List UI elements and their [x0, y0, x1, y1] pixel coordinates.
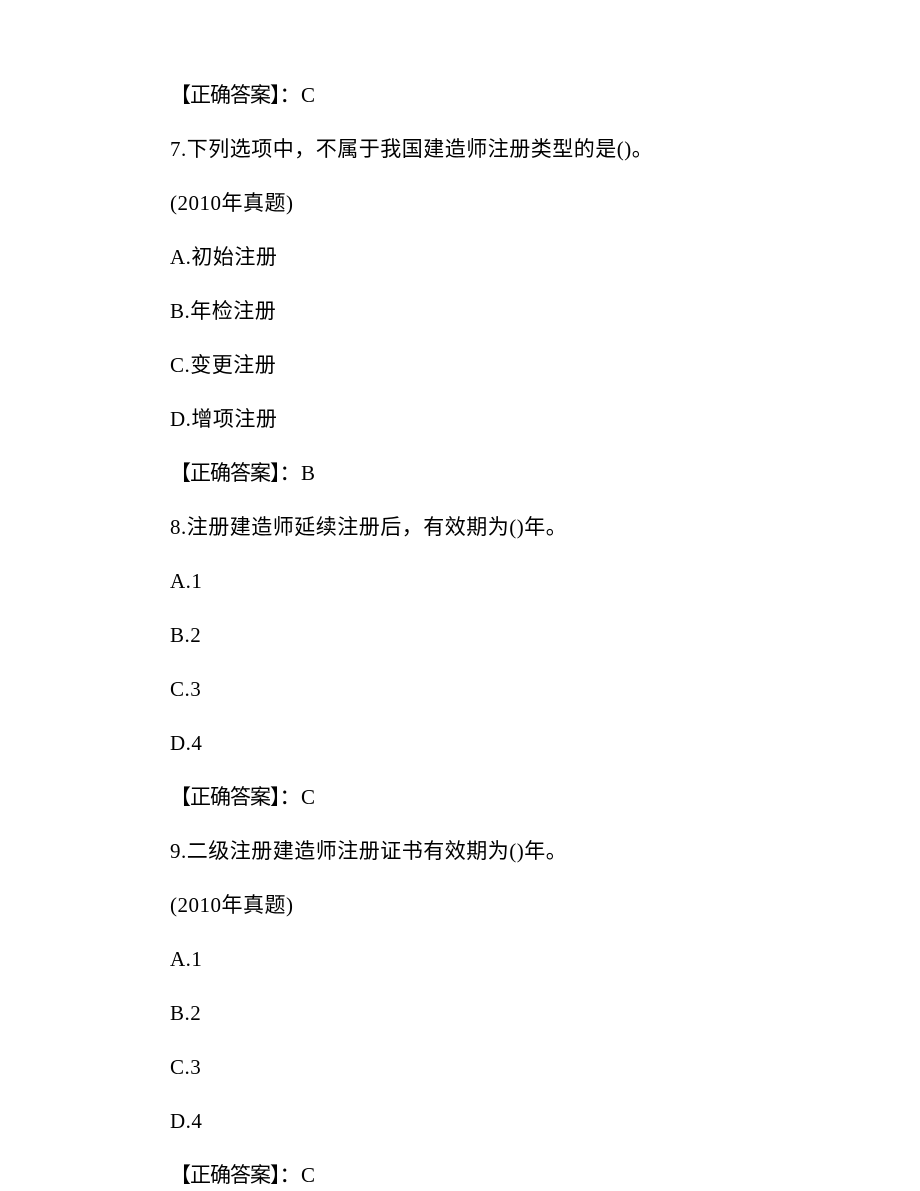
option-a: A.1 — [170, 571, 920, 592]
answer-line: 【正确答案】：C — [170, 787, 920, 808]
answer-label: 【正确答案】 — [170, 83, 280, 107]
option-d: D.增项注册 — [170, 409, 920, 430]
question-note: (2010年真题) — [170, 895, 920, 916]
option-a: A.1 — [170, 949, 920, 970]
question-text: 8.注册建造师延续注册后，有效期为()年。 — [170, 517, 920, 538]
option-c: C.变更注册 — [170, 355, 920, 376]
option-d: D.4 — [170, 1111, 920, 1132]
answer-label: 【正确答案】 — [170, 785, 280, 809]
answer-value: ：C — [280, 785, 316, 809]
answer-line: 【正确答案】：C — [170, 1165, 920, 1186]
answer-line: 【正确答案】：B — [170, 463, 920, 484]
question-text: 9.二级注册建造师注册证书有效期为()年。 — [170, 841, 920, 862]
answer-line: 【正确答案】：C — [170, 85, 920, 106]
option-c: C.3 — [170, 679, 920, 700]
option-d: D.4 — [170, 733, 920, 754]
option-b: B.年检注册 — [170, 301, 920, 322]
question-note: (2010年真题) — [170, 193, 920, 214]
answer-label: 【正确答案】 — [170, 1163, 280, 1187]
answer-value: ：B — [280, 461, 316, 485]
option-a: A.初始注册 — [170, 247, 920, 268]
question-text: 7.下列选项中，不属于我国建造师注册类型的是()。 — [170, 139, 920, 160]
option-c: C.3 — [170, 1057, 920, 1078]
option-b: B.2 — [170, 625, 920, 646]
answer-label: 【正确答案】 — [170, 461, 280, 485]
answer-value: ：C — [280, 1163, 316, 1187]
answer-value: ：C — [280, 83, 316, 107]
option-b: B.2 — [170, 1003, 920, 1024]
